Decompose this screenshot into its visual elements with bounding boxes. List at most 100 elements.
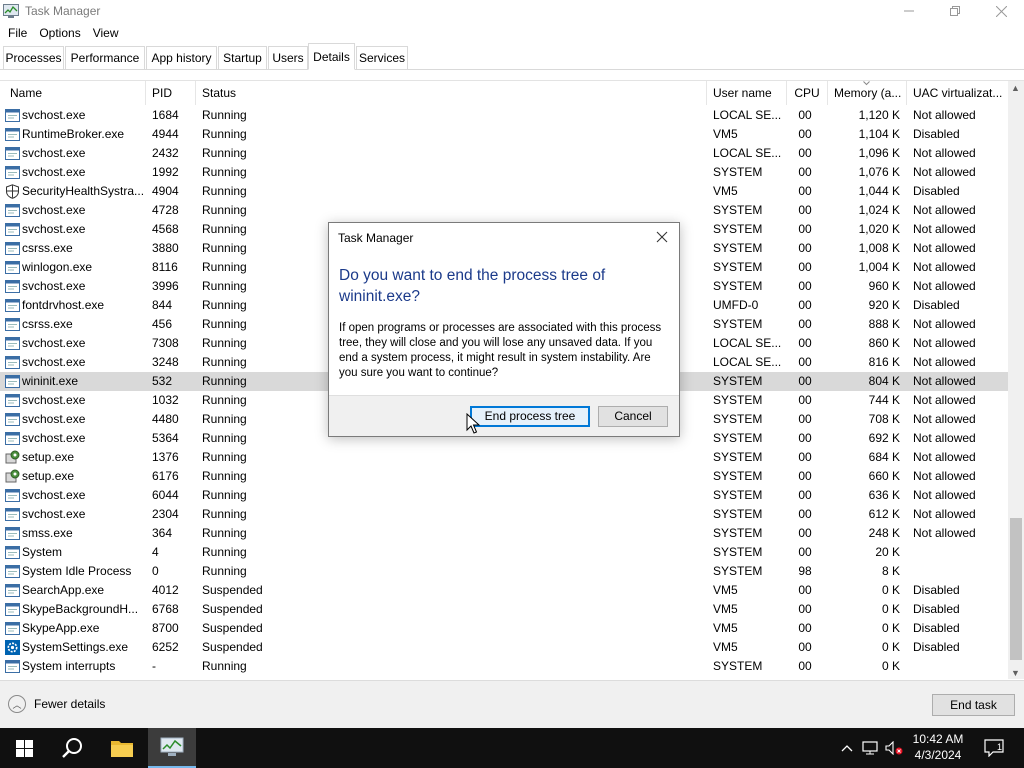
column-header-uac-virtualization[interactable]: UAC virtualizat... bbox=[907, 81, 1008, 105]
process-window-icon bbox=[5, 431, 20, 446]
process-user-name: SYSTEM bbox=[713, 260, 763, 274]
process-window-icon bbox=[5, 488, 20, 503]
scroll-down-arrow-icon[interactable]: ▼ bbox=[1011, 668, 1020, 678]
process-window-icon bbox=[5, 545, 20, 560]
table-row[interactable]: svchost.exe 1684 Running LOCAL SE... 00 1,120… bbox=[0, 106, 1008, 125]
process-status: Suspended bbox=[202, 640, 263, 654]
table-row[interactable]: System Idle Process 0 Running SYSTEM 98 8 K bbox=[0, 562, 1008, 581]
column-header-user-name[interactable]: User name bbox=[707, 81, 787, 105]
process-memory: 692 K bbox=[868, 431, 900, 445]
tab-performance[interactable]: Performance bbox=[65, 46, 145, 69]
process-memory: 1,004 K bbox=[858, 260, 900, 274]
process-window-icon bbox=[5, 279, 20, 294]
table-header: Name PID Status User name CPU Memory (a.… bbox=[0, 81, 1008, 105]
process-memory: 1,020 K bbox=[858, 222, 900, 236]
process-pid: 364 bbox=[152, 526, 173, 540]
process-name: svchost.exe bbox=[22, 336, 86, 350]
process-user-name: SYSTEM bbox=[713, 488, 763, 502]
end-process-tree-button[interactable]: End process tree bbox=[470, 406, 590, 427]
table-row[interactable]: setup.exe 1376 Running SYSTEM 00 684 K Not all… bbox=[0, 448, 1008, 467]
table-row[interactable]: SkypeBackgroundH... 6768 Suspended VM5 00 0 K… bbox=[0, 600, 1008, 619]
taskbar-task-manager-button[interactable] bbox=[148, 728, 196, 768]
table-row[interactable]: SystemSettings.exe 6252 Suspended VM5 00 0 K D… bbox=[0, 638, 1008, 657]
scrollbar-thumb[interactable] bbox=[1010, 518, 1022, 660]
close-button[interactable] bbox=[978, 0, 1024, 22]
table-row[interactable]: svchost.exe 4728 Running SYSTEM 00 1,024 K Not… bbox=[0, 201, 1008, 220]
fewer-details-link[interactable]: ︿ Fewer details bbox=[8, 695, 105, 713]
process-memory: 0 K bbox=[881, 640, 900, 654]
table-row[interactable]: RuntimeBroker.exe 4944 Running VM5 00 1,104 K… bbox=[0, 125, 1008, 144]
process-status: Suspended bbox=[202, 583, 263, 597]
process-cpu: 00 bbox=[798, 545, 812, 559]
minimize-button[interactable] bbox=[886, 0, 932, 22]
show-hidden-icons-button[interactable] bbox=[838, 728, 856, 768]
volume-button[interactable] bbox=[883, 728, 905, 768]
process-memory: 8 K bbox=[881, 564, 900, 578]
dialog-heading: Do you want to end the process tree of w… bbox=[339, 267, 606, 305]
system-clock[interactable]: 10:42 AM 4/3/2024 bbox=[905, 731, 971, 763]
tab-startup[interactable]: Startup bbox=[218, 46, 267, 69]
process-status: Running bbox=[202, 127, 247, 141]
process-cpu: 00 bbox=[798, 526, 812, 540]
process-pid: 8700 bbox=[152, 621, 179, 635]
process-user-name: SYSTEM bbox=[713, 393, 763, 407]
action-center-button[interactable]: 1 bbox=[978, 728, 1010, 768]
process-name: SkypeApp.exe bbox=[22, 621, 100, 635]
menu-file[interactable]: File bbox=[2, 26, 33, 40]
process-cpu: 00 bbox=[798, 165, 812, 179]
tab-details[interactable]: Details bbox=[308, 43, 355, 70]
dialog-close-button[interactable] bbox=[653, 228, 671, 246]
table-row[interactable]: smss.exe 364 Running SYSTEM 00 248 K Not allow… bbox=[0, 524, 1008, 543]
column-header-name[interactable]: Name bbox=[4, 81, 146, 105]
process-status: Running bbox=[202, 165, 247, 179]
shield-icon bbox=[5, 184, 20, 199]
search-button[interactable] bbox=[48, 728, 96, 768]
process-status: Running bbox=[202, 659, 247, 673]
process-uac-virtualization: Not allowed bbox=[913, 165, 976, 179]
tab-processes[interactable]: Processes bbox=[3, 46, 64, 69]
process-status: Running bbox=[202, 146, 247, 160]
column-header-status[interactable]: Status bbox=[196, 81, 707, 105]
table-row[interactable]: SkypeApp.exe 8700 Suspended VM5 00 0 K Disable… bbox=[0, 619, 1008, 638]
table-row[interactable]: SecurityHealthSystra... 4904 Running VM5 00 1… bbox=[0, 182, 1008, 201]
table-row[interactable]: svchost.exe 2304 Running SYSTEM 00 612 K Not a… bbox=[0, 505, 1008, 524]
process-cpu: 00 bbox=[798, 108, 812, 122]
tab-services[interactable]: Services bbox=[356, 46, 408, 69]
title-bar[interactable]: Task Manager bbox=[0, 0, 1024, 22]
dialog-message: If open programs or processes are associ… bbox=[339, 322, 662, 379]
file-explorer-button[interactable] bbox=[98, 728, 146, 768]
column-header-cpu[interactable]: CPU bbox=[787, 81, 828, 105]
table-row[interactable]: System 4 Running SYSTEM 00 20 K bbox=[0, 543, 1008, 562]
table-row[interactable]: SearchApp.exe 4012 Suspended VM5 00 0 K Disabl… bbox=[0, 581, 1008, 600]
cancel-button[interactable]: Cancel bbox=[598, 406, 668, 427]
table-row[interactable]: System interrupts - Running SYSTEM 00 0 K bbox=[0, 657, 1008, 676]
process-uac-virtualization: Not allowed bbox=[913, 507, 976, 521]
restore-button[interactable] bbox=[932, 0, 978, 22]
vertical-scrollbar[interactable]: ▲ ▼ bbox=[1008, 81, 1024, 679]
process-pid: 5364 bbox=[152, 431, 179, 445]
process-memory: 0 K bbox=[881, 621, 900, 635]
end-task-button[interactable]: End task bbox=[932, 694, 1015, 716]
network-button[interactable] bbox=[860, 728, 880, 768]
table-row[interactable]: svchost.exe 1992 Running SYSTEM 00 1,076 K Not… bbox=[0, 163, 1008, 182]
process-status: Running bbox=[202, 545, 247, 559]
process-uac-virtualization bbox=[913, 657, 1008, 676]
process-memory: 1,104 K bbox=[858, 127, 900, 141]
start-button[interactable] bbox=[0, 728, 48, 768]
menu-bar: File Options View bbox=[0, 22, 125, 44]
table-row[interactable]: svchost.exe 2432 Running LOCAL SE... 00 1,096… bbox=[0, 144, 1008, 163]
process-name: svchost.exe bbox=[22, 165, 86, 179]
menu-view[interactable]: View bbox=[87, 26, 125, 40]
table-row[interactable]: svchost.exe 6044 Running SYSTEM 00 636 K Not a… bbox=[0, 486, 1008, 505]
tab-users[interactable]: Users bbox=[268, 46, 308, 69]
search-icon bbox=[62, 738, 82, 758]
menu-options[interactable]: Options bbox=[33, 26, 86, 40]
column-header-pid[interactable]: PID bbox=[146, 81, 196, 105]
process-uac-virtualization: Not allowed bbox=[913, 260, 976, 274]
scroll-up-arrow-icon[interactable]: ▲ bbox=[1011, 83, 1020, 93]
clock-time: 10:42 AM bbox=[912, 732, 964, 746]
tab-app-history[interactable]: App history bbox=[146, 46, 217, 69]
table-row[interactable]: setup.exe 6176 Running SYSTEM 00 660 K Not all… bbox=[0, 467, 1008, 486]
process-user-name: SYSTEM bbox=[713, 469, 763, 483]
tab-strip: Processes Performance App history Startu… bbox=[0, 43, 1024, 70]
